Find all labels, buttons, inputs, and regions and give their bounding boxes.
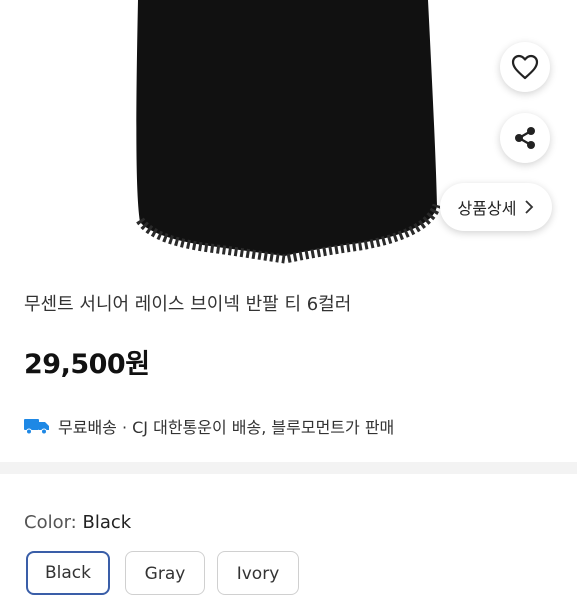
product-detail-label: 상품상세 <box>457 199 517 218</box>
color-chip-gray[interactable]: Gray <box>125 551 205 595</box>
shipping-info: 무료배송 · CJ 대한통운이 배송, 블루모먼트가 판매 <box>24 414 394 438</box>
product-image[interactable] <box>0 0 577 277</box>
color-chip-black[interactable]: Black <box>26 551 110 595</box>
shipping-text: 무료배송 · CJ 대한통운이 배송, 블루모먼트가 판매 <box>58 418 395 437</box>
black-top-image <box>136 0 442 264</box>
heart-icon <box>511 54 539 80</box>
product-price: 29,500원 <box>24 349 150 380</box>
product-title: 무센트 서니어 레이스 브이넥 반팔 티 6컬러 <box>24 294 352 315</box>
chevron-right-icon <box>525 200 534 214</box>
color-option-label: Color: Black <box>24 512 131 533</box>
section-divider <box>0 462 577 474</box>
like-button[interactable] <box>500 42 550 92</box>
truck-icon <box>24 419 49 435</box>
product-detail-button[interactable]: 상품상세 <box>440 183 552 231</box>
share-icon <box>515 127 535 149</box>
color-chip-ivory[interactable]: Ivory <box>217 551 299 595</box>
selected-color: Black <box>82 512 132 533</box>
share-button[interactable] <box>500 113 550 163</box>
color-prefix: Color: <box>24 512 83 533</box>
